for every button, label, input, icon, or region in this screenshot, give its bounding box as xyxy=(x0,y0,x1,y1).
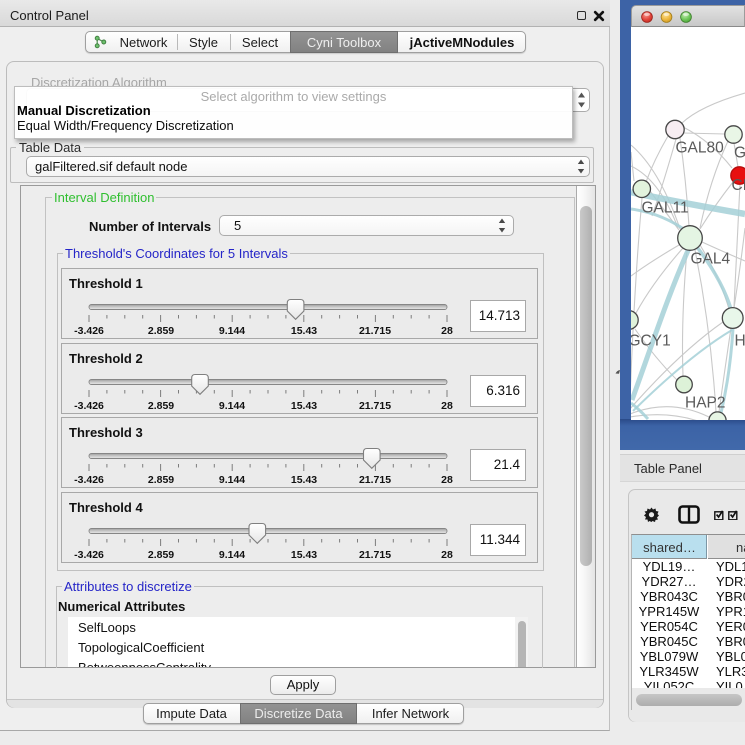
svg-text:GAL1: GAL1 xyxy=(734,145,745,162)
svg-text:HI: HI xyxy=(735,333,745,350)
svg-text:GCY1: GCY1 xyxy=(631,333,671,350)
svg-text:HAP2: HAP2 xyxy=(685,395,726,412)
svg-text:GAL11: GAL11 xyxy=(642,200,689,217)
svg-text:GAL80: GAL80 xyxy=(676,140,725,157)
svg-text:GAL4: GAL4 xyxy=(691,251,731,268)
svg-text:CD: CD xyxy=(732,177,745,194)
